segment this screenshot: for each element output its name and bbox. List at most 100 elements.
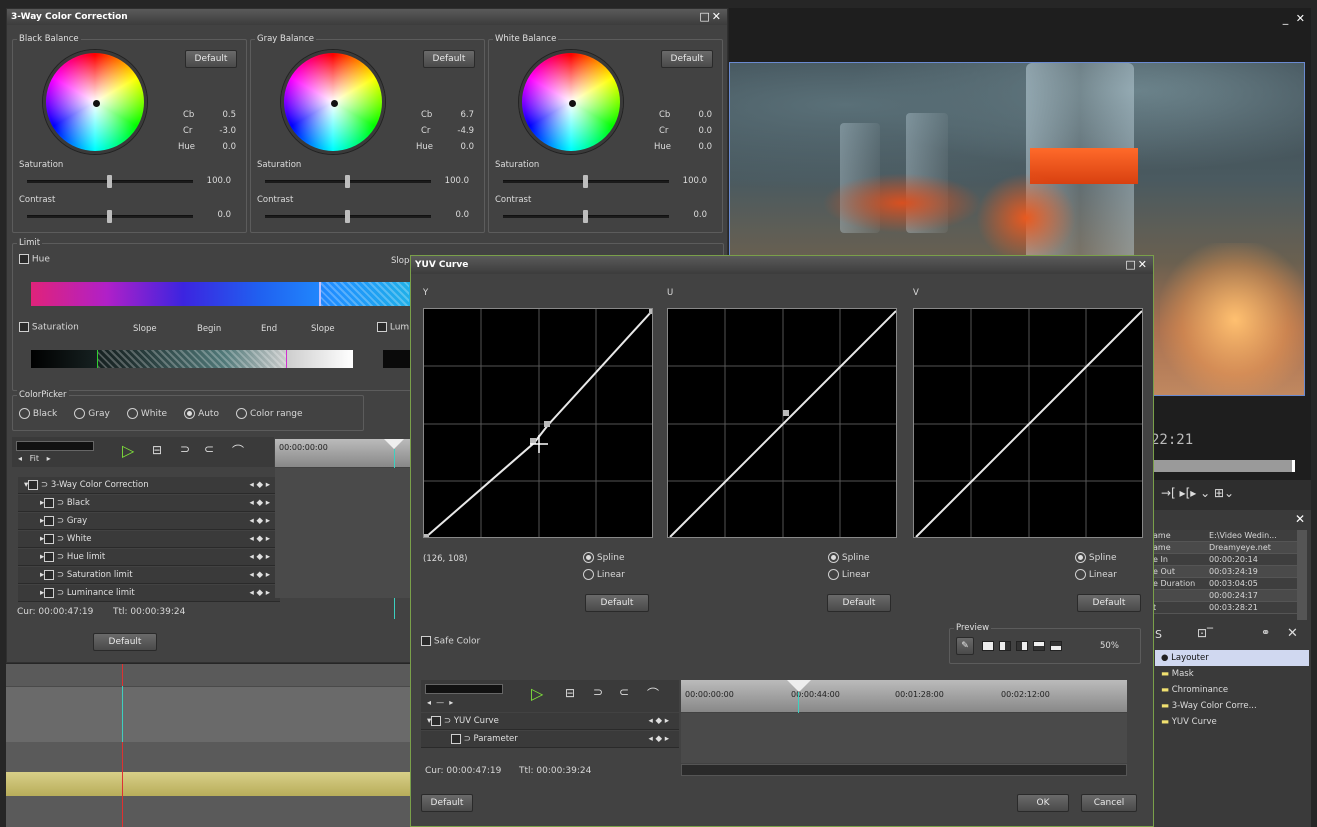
property-row[interactable]: t 00:03:28:21	[1151, 602, 1297, 614]
undo-icon[interactable]: ⊃	[180, 442, 190, 456]
white-saturation-slider[interactable]	[503, 175, 669, 188]
gray-wheel-handle[interactable]	[331, 100, 338, 107]
white-default-button[interactable]: Default	[661, 50, 713, 68]
preview-split-h2-icon[interactable]	[1016, 641, 1028, 651]
saturation-range-selection[interactable]	[97, 350, 287, 368]
preview-scrub-bar[interactable]	[1151, 460, 1295, 472]
effects-delete-icon[interactable]: ✕	[1287, 626, 1298, 641]
effect-item[interactable]: ▬ Chrominance	[1155, 682, 1309, 698]
property-row[interactable]: 00:00:24:17	[1151, 590, 1297, 602]
safe-color-checkbox[interactable]: Safe Color	[421, 636, 480, 647]
effect-item[interactable]: ▬ 3-Way Color Corre...	[1155, 698, 1309, 714]
keyframe-nav-icon[interactable]: ◂ ◆ ▸	[250, 585, 270, 602]
v-linear-radio[interactable]: Linear	[1075, 569, 1117, 580]
yuv-play-icon[interactable]: ▷	[531, 684, 543, 703]
yuv-track-area[interactable]	[681, 713, 1127, 763]
effects-tab[interactable]: S	[1155, 628, 1162, 641]
properties-close-icon[interactable]: ✕	[1295, 512, 1305, 526]
yuv-default-button[interactable]: Default	[421, 794, 473, 812]
zoom-slider[interactable]	[16, 441, 94, 451]
v-curve-graph[interactable]	[913, 308, 1143, 538]
preview-split-h-icon[interactable]	[999, 641, 1011, 651]
window-controls-icon[interactable]: □✕	[699, 9, 723, 25]
hue-range-selection[interactable]	[319, 282, 409, 306]
v-default-button[interactable]: Default	[1077, 594, 1141, 612]
gray-cb-value[interactable]: 6.7	[446, 110, 474, 120]
picker-gray-radio[interactable]: Gray	[74, 408, 110, 419]
gray-hue-value[interactable]: 0.0	[446, 142, 474, 152]
yuv-row-parameter[interactable]: ⊃ Parameter ◂ ◆ ▸	[421, 731, 679, 748]
black-contrast-value[interactable]: 0.0	[203, 210, 231, 220]
cancel-button[interactable]: Cancel	[1081, 794, 1137, 812]
three-way-timeline-row[interactable]: ▸ ⊃ Hue limit ◂ ◆ ▸	[18, 549, 280, 566]
u-linear-radio[interactable]: Linear	[828, 569, 870, 580]
keyframe-nav-icon[interactable]: ◂ ◆ ▸	[250, 495, 270, 512]
property-row[interactable]: ame E:\Video Wedin...	[1151, 530, 1297, 542]
yuv-row-curve[interactable]: ▾ ⊃ YUV Curve ◂ ◆ ▸	[421, 713, 679, 730]
black-wheel-handle[interactable]	[93, 100, 100, 107]
preview-split-v2-icon[interactable]	[1050, 641, 1062, 651]
yuv-window-controls-icon[interactable]: □✕	[1125, 256, 1149, 274]
preview-split-v-icon[interactable]	[1033, 641, 1045, 651]
white-color-wheel[interactable]	[519, 50, 623, 154]
u-curve-graph[interactable]	[667, 308, 897, 538]
preview-pick-button[interactable]: ✎	[956, 637, 974, 655]
preview-window-controls-icon[interactable]: _ ✕	[1283, 12, 1307, 25]
gray-saturation-value[interactable]: 100.0	[441, 176, 469, 186]
white-saturation-value[interactable]: 100.0	[679, 176, 707, 186]
ok-button[interactable]: OK	[1017, 794, 1069, 812]
black-color-wheel[interactable]	[43, 50, 147, 154]
gray-saturation-slider[interactable]	[265, 175, 431, 188]
keyframe-nav-icon[interactable]: ◂ ◆ ▸	[250, 513, 270, 530]
luminance-limit-checkbox[interactable]: Lum	[377, 322, 409, 333]
redo-icon[interactable]: ⊂	[204, 442, 214, 456]
three-way-default-button[interactable]: Default	[93, 633, 157, 651]
y-curve-graph[interactable]	[423, 308, 653, 538]
main-timeline-clip[interactable]	[6, 772, 412, 796]
gray-contrast-slider[interactable]	[265, 210, 431, 223]
white-cb-value[interactable]: 0.0	[684, 110, 712, 120]
keyframe-nav-icon[interactable]: ◂ ◆ ▸	[250, 531, 270, 548]
y-default-button[interactable]: Default	[585, 594, 649, 612]
black-cr-value[interactable]: -3.0	[208, 126, 236, 136]
keyframe-nav-icon[interactable]: ◂ ◆ ▸	[250, 477, 270, 494]
y-linear-radio[interactable]: Linear	[583, 569, 625, 580]
preview-percent[interactable]: 50%	[1100, 641, 1119, 651]
gray-color-wheel[interactable]	[281, 50, 385, 154]
effects-tool-icon[interactable]: ⊡‾	[1197, 626, 1213, 640]
three-way-track-area[interactable]	[275, 468, 415, 598]
effects-link-icon[interactable]: ⚭	[1261, 626, 1270, 639]
effect-item[interactable]: ▬ Mask	[1155, 666, 1309, 682]
yuv-timeline-ruler[interactable]: 00:00:00:00 00:00:44:00 00:01:28:00 00:0…	[681, 680, 1127, 712]
play-icon[interactable]: ▷	[122, 441, 134, 460]
white-cr-value[interactable]: 0.0	[684, 126, 712, 136]
yuv-timeline-scrollbar[interactable]	[681, 764, 1127, 776]
saturation-limit-checkbox[interactable]: Saturation	[19, 322, 79, 333]
yuv-playhead[interactable]	[787, 680, 811, 692]
u-default-button[interactable]: Default	[827, 594, 891, 612]
transport-icons[interactable]: →[ ▸[▸ ⌄ ⊞⌄	[1161, 486, 1234, 500]
black-contrast-slider[interactable]	[27, 210, 193, 223]
yuv-graph-icon[interactable]: ⌒	[647, 685, 659, 702]
property-row[interactable]: ame Dreamyeye.net	[1151, 542, 1297, 554]
graph-icon[interactable]: ⌒	[232, 442, 244, 459]
property-row[interactable]: e In 00:00:20:14	[1151, 554, 1297, 566]
picker-black-radio[interactable]: Black	[19, 408, 57, 419]
property-row[interactable]: e Out 00:03:24:19	[1151, 566, 1297, 578]
gray-default-button[interactable]: Default	[423, 50, 475, 68]
luminance-range-bar[interactable]	[383, 350, 413, 368]
white-wheel-handle[interactable]	[569, 100, 576, 107]
three-way-playhead[interactable]	[384, 439, 404, 449]
fit-label[interactable]: ◂ Fit ▸	[18, 454, 51, 463]
black-hue-value[interactable]: 0.0	[208, 142, 236, 152]
gray-cr-value[interactable]: -4.9	[446, 126, 474, 136]
picker-white-radio[interactable]: White	[126, 408, 167, 419]
property-row[interactable]: e Duration 00:03:04:05	[1151, 578, 1297, 590]
yuv-undo-icon[interactable]: ⊃	[593, 685, 603, 699]
main-timeline[interactable]	[6, 664, 412, 827]
three-way-timeline-row[interactable]: ▸ ⊃ Saturation limit ◂ ◆ ▸	[18, 567, 280, 584]
properties-scrollbar[interactable]	[1297, 530, 1307, 620]
keyframe-nav-icon[interactable]: ◂ ◆ ▸	[250, 549, 270, 566]
three-way-timeline-row[interactable]: ▸ ⊃ Gray ◂ ◆ ▸	[18, 513, 280, 530]
white-contrast-slider[interactable]	[503, 210, 669, 223]
